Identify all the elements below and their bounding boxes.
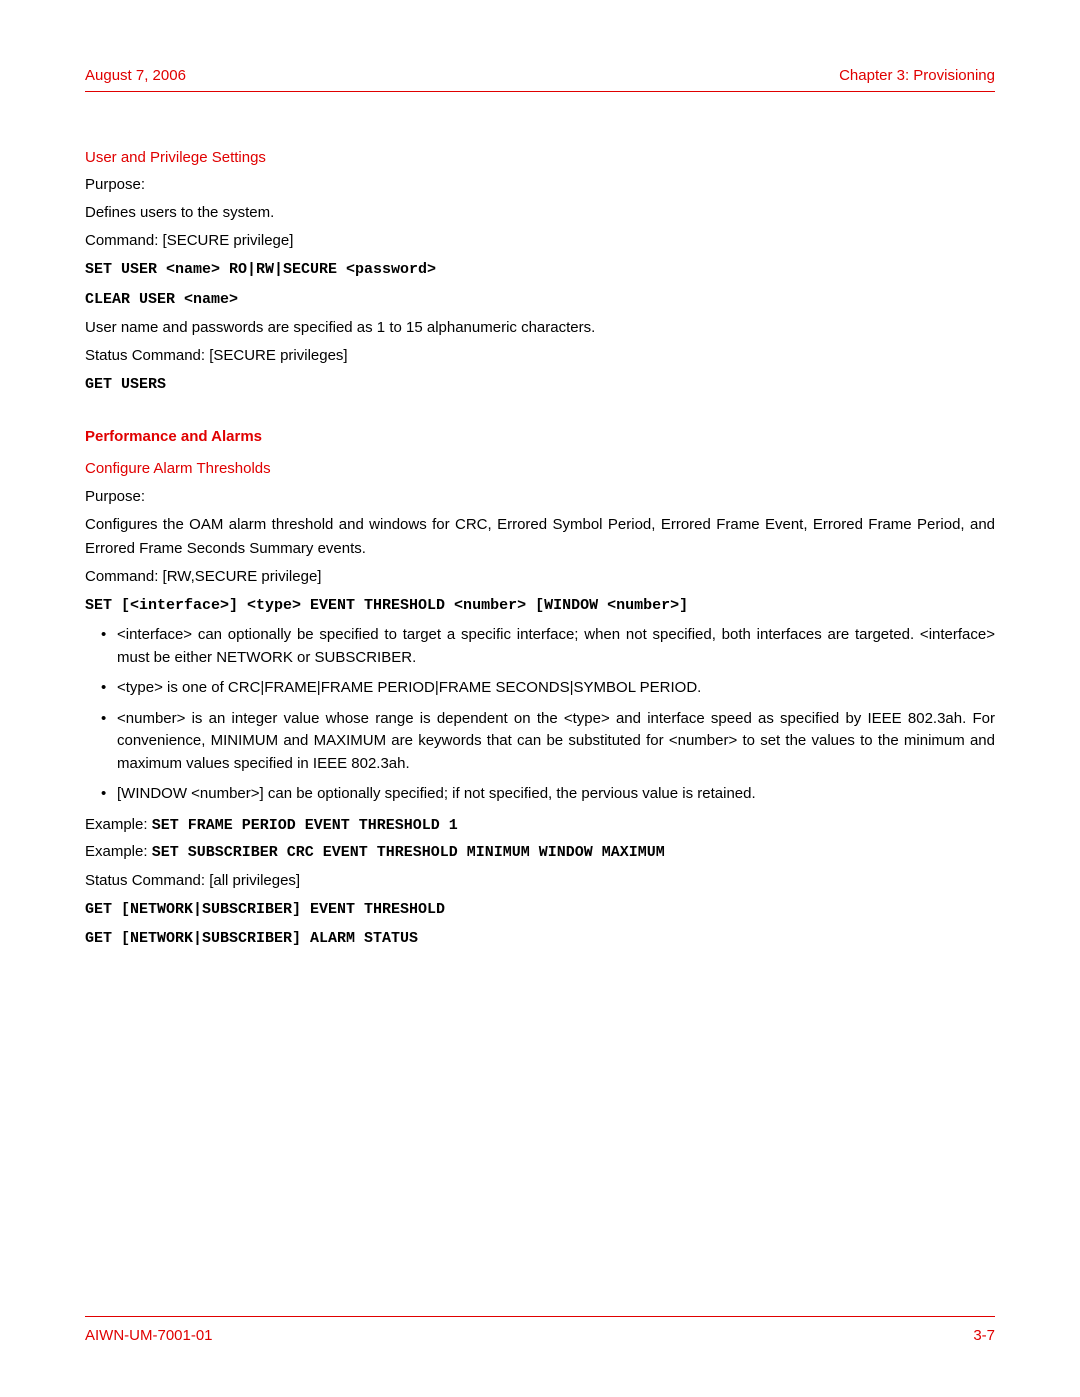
- command-get-users: GET USERS: [85, 372, 995, 398]
- list-item: <number> is an integer value whose range…: [117, 708, 995, 776]
- list-item: <type> is one of CRC|FRAME|FRAME PERIOD|…: [117, 677, 995, 700]
- header-date: August 7, 2006: [85, 65, 186, 88]
- purpose-label-2: Purpose:: [85, 485, 995, 509]
- page-header: August 7, 2006 Chapter 3: Provisioning: [85, 65, 995, 92]
- user-note: User name and passwords are specified as…: [85, 316, 995, 340]
- status-command-label-2: Status Command: [all privileges]: [85, 869, 995, 893]
- command-set-event-threshold: SET [<interface>] <type> EVENT THRESHOLD…: [85, 593, 995, 619]
- command-clear-user: CLEAR USER <name>: [85, 287, 995, 313]
- example-command-1: SET FRAME PERIOD EVENT THRESHOLD 1: [152, 817, 458, 834]
- bullet-list: <interface> can optionally be specified …: [85, 624, 995, 806]
- example-command-2: SET SUBSCRIBER CRC EVENT THRESHOLD MINIM…: [152, 844, 665, 861]
- header-chapter: Chapter 3: Provisioning: [839, 65, 995, 88]
- example-2: Example: SET SUBSCRIBER CRC EVENT THRESH…: [85, 841, 995, 865]
- purpose-text-2: Configures the OAM alarm threshold and w…: [85, 513, 995, 561]
- example-label: Example:: [85, 843, 152, 860]
- purpose-text: Defines users to the system.: [85, 201, 995, 225]
- example-label: Example:: [85, 816, 152, 833]
- example-1: Example: SET FRAME PERIOD EVENT THRESHOL…: [85, 814, 995, 838]
- footer-pagenum: 3-7: [973, 1325, 995, 1348]
- command-get-event-threshold: GET [NETWORK|SUBSCRIBER] EVENT THRESHOLD: [85, 897, 995, 923]
- subsection-title-alarm-thresholds: Configure Alarm Thresholds: [85, 458, 995, 481]
- section-title-user-privilege: User and Privilege Settings: [85, 147, 995, 170]
- section-title-performance-alarms: Performance and Alarms: [85, 426, 995, 449]
- status-command-label: Status Command: [SECURE privileges]: [85, 344, 995, 368]
- purpose-label: Purpose:: [85, 173, 995, 197]
- command-label-2: Command: [RW,SECURE privilege]: [85, 565, 995, 589]
- list-item: <interface> can optionally be specified …: [117, 624, 995, 669]
- command-get-alarm-status: GET [NETWORK|SUBSCRIBER] ALARM STATUS: [85, 926, 995, 952]
- section-performance-alarms: Performance and Alarms Configure Alarm T…: [85, 426, 995, 952]
- list-item: [WINDOW <number>] can be optionally spec…: [117, 783, 995, 806]
- command-set-user: SET USER <name> RO|RW|SECURE <password>: [85, 257, 995, 283]
- section-user-privilege: User and Privilege Settings Purpose: Def…: [85, 147, 995, 398]
- footer-docid: AIWN-UM-7001-01: [85, 1325, 213, 1348]
- command-label: Command: [SECURE privilege]: [85, 229, 995, 253]
- page-footer: AIWN-UM-7001-01 3-7: [85, 1316, 995, 1348]
